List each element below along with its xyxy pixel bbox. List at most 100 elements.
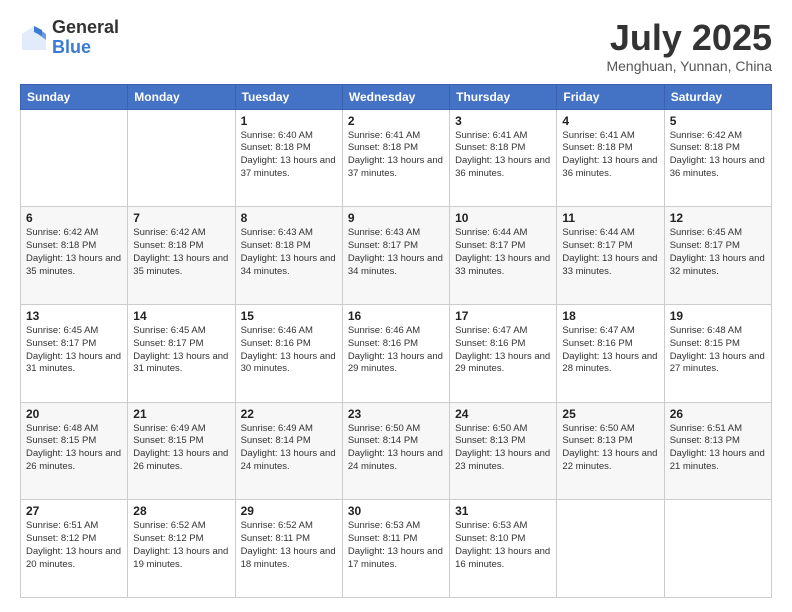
day-info: Sunrise: 6:42 AM Sunset: 8:18 PM Dayligh… [26,227,122,278]
weekday-header: Monday [128,84,235,109]
day-number: 5 [670,114,766,128]
day-info: Sunrise: 6:41 AM Sunset: 8:18 PM Dayligh… [562,130,658,181]
day-number: 29 [241,504,337,518]
calendar-week-row: 1Sunrise: 6:40 AM Sunset: 8:18 PM Daylig… [21,109,772,207]
day-number: 31 [455,504,551,518]
day-info: Sunrise: 6:50 AM Sunset: 8:14 PM Dayligh… [348,423,444,474]
calendar-cell: 24 Sunrise: 6:50 AM Sunset: 8:13 PM Dayli… [450,402,557,500]
weekday-header-row: SundayMondayTuesdayWednesdayThursdayFrid… [21,84,772,109]
calendar-cell: 11Sunrise: 6:44 AM Sunset: 8:17 PM Dayli… [557,207,664,305]
day-info: Sunrise: 6:51 AM Sunset: 8:13 PM Dayligh… [670,423,766,474]
day-number: 16 [348,309,444,323]
day-number: 30 [348,504,444,518]
day-number: 17 [455,309,551,323]
calendar-cell: 29 Sunrise: 6:52 AM Sunset: 8:11 PM Dayli… [235,500,342,598]
day-number: 6 [26,211,122,225]
weekday-header: Sunday [21,84,128,109]
calendar-cell: 3 Sunrise: 6:41 AM Sunset: 8:18 PM Daylig… [450,109,557,207]
calendar-cell: 1Sunrise: 6:40 AM Sunset: 8:18 PM Daylig… [235,109,342,207]
day-number: 25 [562,407,658,421]
header: General Blue July 2025 Menghuan, Yunnan,… [20,18,772,74]
day-number: 26 [670,407,766,421]
month-title: July 2025 [606,18,772,58]
calendar-cell: 2 Sunrise: 6:41 AM Sunset: 8:18 PM Daylig… [342,109,449,207]
day-info: Sunrise: 6:48 AM Sunset: 8:15 PM Dayligh… [670,325,766,376]
day-info: Sunrise: 6:45 AM Sunset: 8:17 PM Dayligh… [26,325,122,376]
logo-text: General Blue [52,18,119,58]
calendar-cell: 31 Sunrise: 6:53 AM Sunset: 8:10 PM Dayli… [450,500,557,598]
calendar-cell: 27 Sunrise: 6:51 AM Sunset: 8:12 PM Dayli… [21,500,128,598]
logo: General Blue [20,18,119,58]
calendar-cell: 30 Sunrise: 6:53 AM Sunset: 8:11 PM Dayli… [342,500,449,598]
calendar-cell: 9 Sunrise: 6:43 AM Sunset: 8:17 PM Daylig… [342,207,449,305]
calendar-cell: 28 Sunrise: 6:52 AM Sunset: 8:12 PM Dayli… [128,500,235,598]
day-number: 3 [455,114,551,128]
calendar-cell: 5 Sunrise: 6:42 AM Sunset: 8:18 PM Daylig… [664,109,771,207]
title-block: July 2025 Menghuan, Yunnan, China [606,18,772,74]
logo-general: General [52,18,119,38]
calendar-cell: 13Sunrise: 6:45 AM Sunset: 8:17 PM Dayli… [21,304,128,402]
day-number: 19 [670,309,766,323]
calendar-cell: 26 Sunrise: 6:51 AM Sunset: 8:13 PM Dayli… [664,402,771,500]
day-info: Sunrise: 6:51 AM Sunset: 8:12 PM Dayligh… [26,520,122,571]
calendar-cell [21,109,128,207]
day-info: Sunrise: 6:40 AM Sunset: 8:18 PM Dayligh… [241,130,337,181]
day-number: 9 [348,211,444,225]
day-info: Sunrise: 6:47 AM Sunset: 8:16 PM Dayligh… [562,325,658,376]
day-number: 20 [26,407,122,421]
day-info: Sunrise: 6:45 AM Sunset: 8:17 PM Dayligh… [133,325,229,376]
day-number: 12 [670,211,766,225]
day-number: 14 [133,309,229,323]
calendar-cell: 18Sunrise: 6:47 AM Sunset: 8:16 PM Dayli… [557,304,664,402]
calendar-cell: 23 Sunrise: 6:50 AM Sunset: 8:14 PM Dayli… [342,402,449,500]
day-number: 15 [241,309,337,323]
day-number: 23 [348,407,444,421]
weekday-header: Tuesday [235,84,342,109]
calendar-cell: 17Sunrise: 6:47 AM Sunset: 8:16 PM Dayli… [450,304,557,402]
day-info: Sunrise: 6:41 AM Sunset: 8:18 PM Dayligh… [455,130,551,181]
day-number: 24 [455,407,551,421]
day-number: 22 [241,407,337,421]
day-info: Sunrise: 6:52 AM Sunset: 8:11 PM Dayligh… [241,520,337,571]
logo-icon [20,24,48,52]
page: General Blue July 2025 Menghuan, Yunnan,… [0,0,792,612]
calendar-cell: 8 Sunrise: 6:43 AM Sunset: 8:18 PM Daylig… [235,207,342,305]
day-info: Sunrise: 6:46 AM Sunset: 8:16 PM Dayligh… [241,325,337,376]
day-info: Sunrise: 6:48 AM Sunset: 8:15 PM Dayligh… [26,423,122,474]
day-info: Sunrise: 6:42 AM Sunset: 8:18 PM Dayligh… [670,130,766,181]
day-info: Sunrise: 6:43 AM Sunset: 8:17 PM Dayligh… [348,227,444,278]
calendar-cell: 14 Sunrise: 6:45 AM Sunset: 8:17 PM Dayli… [128,304,235,402]
day-number: 21 [133,407,229,421]
day-number: 28 [133,504,229,518]
day-info: Sunrise: 6:41 AM Sunset: 8:18 PM Dayligh… [348,130,444,181]
day-info: Sunrise: 6:53 AM Sunset: 8:11 PM Dayligh… [348,520,444,571]
calendar-cell: 19 Sunrise: 6:48 AM Sunset: 8:15 PM Dayli… [664,304,771,402]
day-info: Sunrise: 6:44 AM Sunset: 8:17 PM Dayligh… [455,227,551,278]
weekday-header: Friday [557,84,664,109]
calendar-table: SundayMondayTuesdayWednesdayThursdayFrid… [20,84,772,598]
calendar-cell: 15 Sunrise: 6:46 AM Sunset: 8:16 PM Dayli… [235,304,342,402]
calendar-cell: 16Sunrise: 6:46 AM Sunset: 8:16 PM Dayli… [342,304,449,402]
calendar-cell [128,109,235,207]
day-info: Sunrise: 6:49 AM Sunset: 8:15 PM Dayligh… [133,423,229,474]
calendar-cell: 25Sunrise: 6:50 AM Sunset: 8:13 PM Dayli… [557,402,664,500]
weekday-header: Thursday [450,84,557,109]
day-info: Sunrise: 6:52 AM Sunset: 8:12 PM Dayligh… [133,520,229,571]
day-number: 8 [241,211,337,225]
calendar-cell: 7Sunrise: 6:42 AM Sunset: 8:18 PM Daylig… [128,207,235,305]
day-info: Sunrise: 6:49 AM Sunset: 8:14 PM Dayligh… [241,423,337,474]
calendar-cell: 12Sunrise: 6:45 AM Sunset: 8:17 PM Dayli… [664,207,771,305]
weekday-header: Wednesday [342,84,449,109]
day-info: Sunrise: 6:53 AM Sunset: 8:10 PM Dayligh… [455,520,551,571]
calendar-week-row: 13Sunrise: 6:45 AM Sunset: 8:17 PM Dayli… [21,304,772,402]
day-number: 27 [26,504,122,518]
day-number: 10 [455,211,551,225]
day-number: 11 [562,211,658,225]
day-number: 2 [348,114,444,128]
day-info: Sunrise: 6:43 AM Sunset: 8:18 PM Dayligh… [241,227,337,278]
day-info: Sunrise: 6:50 AM Sunset: 8:13 PM Dayligh… [455,423,551,474]
calendar-week-row: 6 Sunrise: 6:42 AM Sunset: 8:18 PM Daylig… [21,207,772,305]
calendar-cell: 20 Sunrise: 6:48 AM Sunset: 8:15 PM Dayli… [21,402,128,500]
calendar-cell: 22 Sunrise: 6:49 AM Sunset: 8:14 PM Dayli… [235,402,342,500]
calendar-cell: 6 Sunrise: 6:42 AM Sunset: 8:18 PM Daylig… [21,207,128,305]
